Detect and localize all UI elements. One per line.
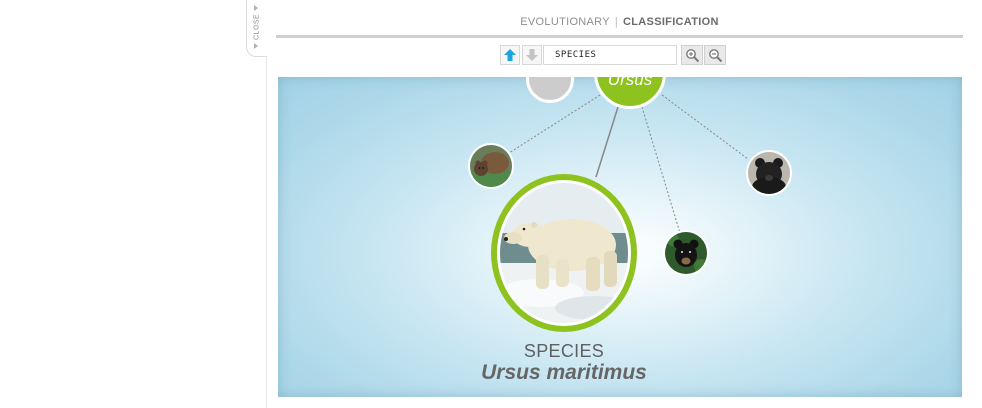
- navigate-up-button[interactable]: [500, 45, 520, 65]
- page: CLOSE EVOLUTIONARY | CLASSIFICATION SPECIE…: [0, 0, 982, 408]
- selected-species-name: Ursus maritimus: [481, 361, 647, 384]
- arrow-right-icon: [254, 43, 258, 49]
- asian-black-bear-thumbnail[interactable]: [746, 150, 792, 196]
- link-selected: [595, 106, 619, 178]
- polar-bear-image: [500, 183, 628, 323]
- zoom-in-icon: [686, 49, 700, 63]
- tab-evolutionary[interactable]: EVOLUTIONARY: [520, 16, 610, 28]
- selected-rank-label: SPECIES: [523, 341, 605, 361]
- brown-bear-image: [470, 145, 512, 187]
- zoom-in-button[interactable]: [681, 45, 703, 65]
- classification-viewer[interactable]: Ursus SPECIES Ursus maritimus: [278, 77, 962, 397]
- rank-field[interactable]: SPECIES: [543, 45, 677, 65]
- parent-genus-label: Ursus: [607, 77, 653, 89]
- zoom-out-icon: [709, 49, 723, 63]
- close-label: CLOSE: [253, 13, 261, 41]
- black-bear-thumbnail[interactable]: [663, 230, 709, 276]
- title-rule: [276, 35, 963, 38]
- arrow-up-icon: [504, 49, 516, 61]
- link-asian-black-bear: [661, 94, 749, 160]
- link-black-bear: [641, 106, 681, 234]
- title-separator: |: [614, 16, 619, 28]
- asian-black-bear-image: [748, 152, 790, 194]
- zoom-out-button[interactable]: [704, 45, 726, 65]
- brown-bear-thumbnail[interactable]: [468, 143, 514, 189]
- navigate-down-button[interactable]: [522, 45, 542, 65]
- close-panel-tab[interactable]: CLOSE: [246, 0, 267, 57]
- arrow-down-icon: [526, 49, 538, 61]
- arrow-right-icon: [254, 5, 258, 11]
- view-title: EVOLUTIONARY | CLASSIFICATION: [276, 16, 963, 28]
- panel-divider: [266, 0, 267, 408]
- tab-classification[interactable]: CLASSIFICATION: [623, 16, 719, 28]
- selected-species-photo[interactable]: [491, 174, 637, 332]
- black-bear-image: [665, 232, 707, 274]
- link-brown-bear: [508, 94, 601, 154]
